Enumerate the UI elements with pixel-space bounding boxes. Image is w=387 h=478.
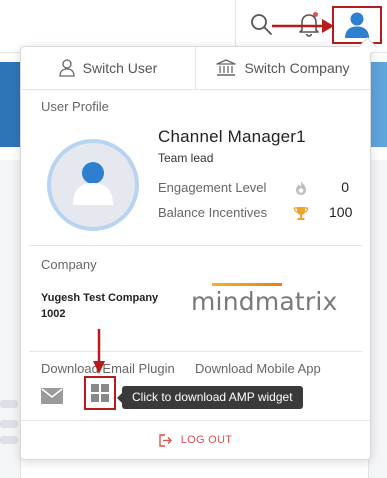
section-divider <box>29 351 362 352</box>
profile-avatar <box>47 139 139 231</box>
person-outline-icon <box>59 59 75 77</box>
tooltip-arrow <box>117 393 122 403</box>
switch-row: Switch User Switch Company <box>21 47 370 90</box>
amp-widget-tooltip: Click to download AMP widget <box>117 386 303 409</box>
background-panel-left <box>0 160 21 478</box>
windows-icon <box>91 384 109 402</box>
engagement-label: Engagement Level <box>158 180 267 195</box>
company-logo: mindmatrix <box>191 287 338 316</box>
section-divider <box>29 245 362 246</box>
switch-user-button[interactable]: Switch User <box>21 47 195 89</box>
user-menu-button[interactable] <box>332 6 382 44</box>
amp-widget-download-button[interactable] <box>84 376 116 410</box>
pointer-arrow <box>272 19 334 33</box>
company-name: Yugesh Test Company 1002 <box>41 292 159 320</box>
switch-company-button[interactable]: Switch Company <box>196 47 370 89</box>
incentives-label: Balance Incentives <box>158 205 268 220</box>
background-line <box>0 436 18 444</box>
logout-button[interactable]: LOG OUT <box>21 420 370 459</box>
avatar-silhouette-icon <box>73 162 113 205</box>
incentives-value: 100 <box>329 204 353 220</box>
logo-accent-bar <box>212 283 282 286</box>
user-icon <box>345 12 369 38</box>
logout-icon <box>158 433 172 447</box>
engagement-value: 0 <box>341 179 349 195</box>
user-dropdown: Switch User Switch Company User Profile … <box>20 37 377 460</box>
user-profile-heading: User Profile <box>41 99 109 114</box>
engagement-icon <box>296 181 306 195</box>
pointer-arrow-down <box>93 329 105 374</box>
background-line <box>0 400 18 408</box>
topbar-divider <box>235 0 236 46</box>
background-line <box>0 420 18 428</box>
mail-icon[interactable] <box>41 388 63 404</box>
download-email-plugin-link[interactable]: Download Email Plugin <box>41 361 175 376</box>
user-name: Channel Manager1 <box>158 127 306 146</box>
switch-company-label: Switch Company <box>244 60 350 76</box>
user-role: Team lead <box>158 151 214 165</box>
download-mobile-app-link[interactable]: Download Mobile App <box>195 361 321 376</box>
tooltip-text: Click to download AMP widget <box>132 390 293 404</box>
logout-label: LOG OUT <box>180 434 233 446</box>
switch-user-label: Switch User <box>82 60 158 76</box>
bank-icon <box>216 59 237 76</box>
trophy-icon <box>293 207 309 220</box>
company-heading: Company <box>41 257 97 272</box>
